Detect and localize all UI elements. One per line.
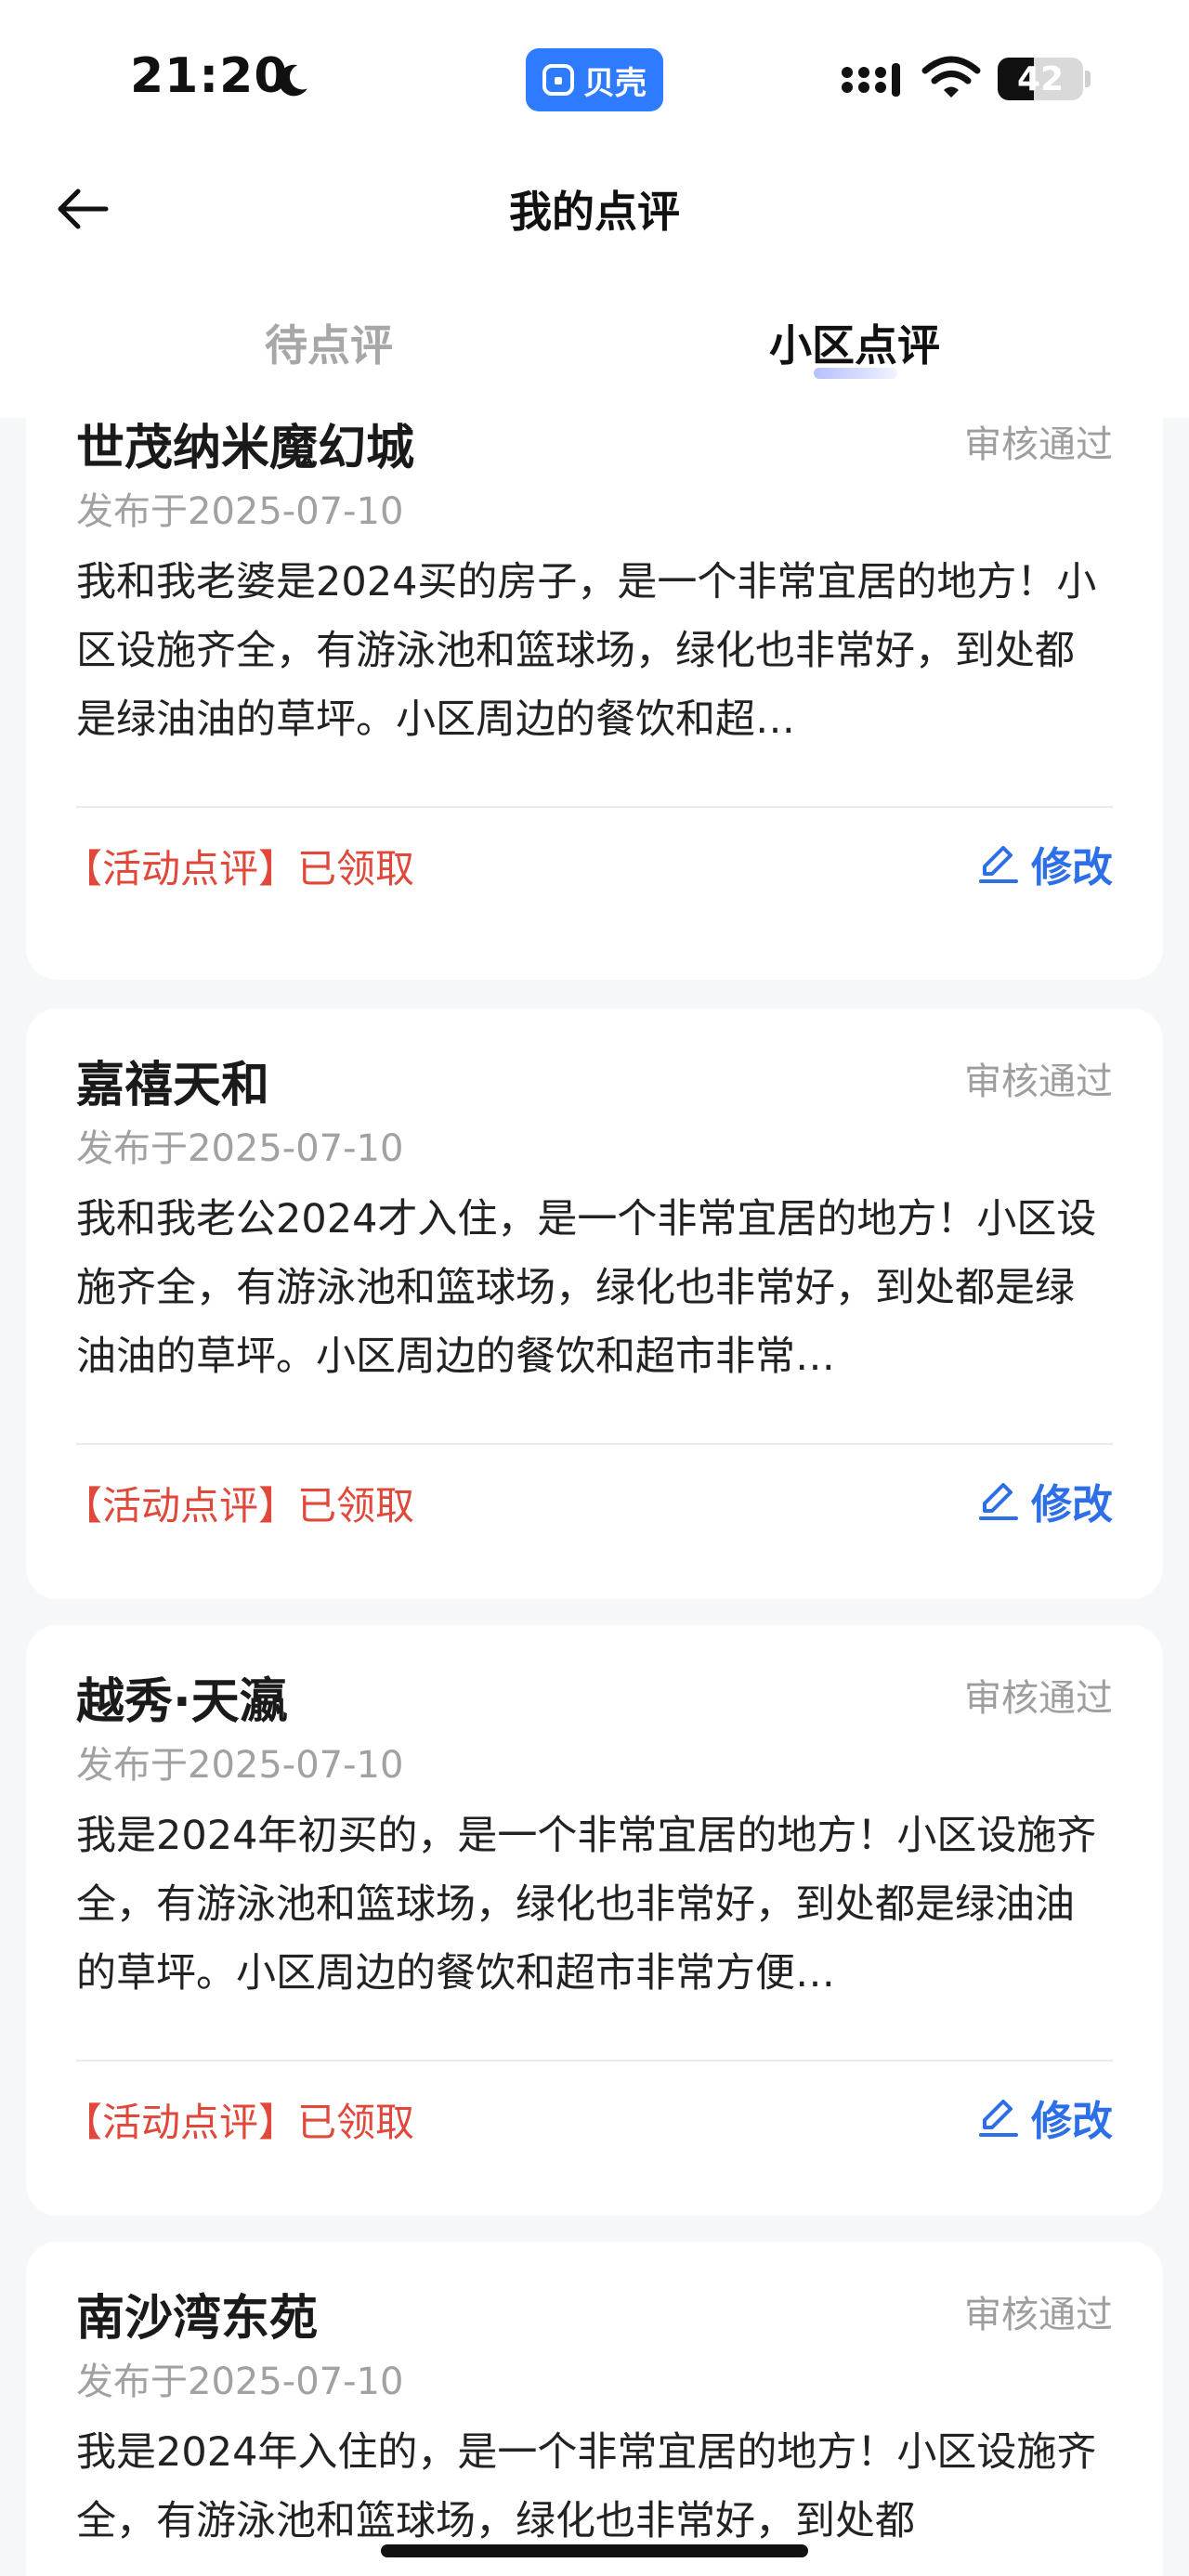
active-tab-indicator [814,368,897,379]
review-text[interactable]: 我是2024年初买的，是一个非常宜居的地方！小区设施齐全，有游泳池和篮球场，绿化… [76,1802,1113,2008]
community-name[interactable]: 南沙湾东苑 [76,2279,318,2348]
edit-label: 修改 [1031,2098,1113,2145]
review-card[interactable]: 南沙湾东苑 审核通过 发布于2025-07-10 我是2024年入住的，是一个非… [26,2242,1163,2576]
battery-indicator: 42 [998,58,1083,100]
app-logo-icon [542,64,574,96]
battery-level: 42 [1016,59,1065,98]
status-time: 21:20 [130,48,289,104]
edit-label: 修改 [1031,844,1113,891]
battery-nub [1085,71,1091,87]
page-title: 我的点评 [509,187,680,237]
community-name[interactable]: 世茂纳米魔幻城 [76,418,414,478]
activity-tag: 【活动点评】已领取 [63,2100,415,2145]
moon-icon [278,64,307,97]
card-divider [76,1443,1113,1445]
review-status: 审核通过 [964,2294,1113,2336]
review-card[interactable]: 越秀·天瀛 审核通过 发布于2025-07-10 我是2024年初买的，是一个非… [26,1625,1163,2216]
review-status: 审核通过 [964,1677,1113,1720]
signal-icon [842,63,900,97]
review-date: 发布于2025-07-10 [76,1127,404,1170]
card-divider [76,806,1113,808]
card-divider [76,2060,1113,2062]
activity-tag: 【活动点评】已领取 [63,846,415,891]
review-card[interactable]: 世茂纳米魔幻城 审核通过 发布于2025-07-10 我和我老婆是2024买的房… [26,418,1163,980]
review-text[interactable]: 我是2024年入住的，是一个非常宜居的地方！小区设施齐全，有游泳池和篮球场，绿化… [76,2418,1113,2556]
review-status: 审核通过 [964,423,1113,466]
wifi-icon [921,56,981,98]
activity-tag: 【活动点评】已领取 [63,1483,415,1529]
app-indicator-label: 贝壳 [583,64,647,102]
edit-icon [979,1483,1018,1520]
review-list[interactable]: 世茂纳米魔幻城 审核通过 发布于2025-07-10 我和我老婆是2024买的房… [0,418,1189,2576]
review-status: 审核通过 [964,1060,1113,1103]
edit-button[interactable]: 修改 [977,1471,1113,1530]
edit-icon [979,2100,1018,2137]
home-indicator[interactable] [381,2544,808,2557]
community-name[interactable]: 嘉禧天和 [76,1046,269,1115]
edit-label: 修改 [1031,1481,1113,1529]
edit-button[interactable]: 修改 [977,2088,1113,2147]
review-text[interactable]: 我和我老婆是2024买的房子，是一个非常宜居的地方！小区设施齐全，有游泳池和篮球… [76,548,1113,754]
review-text[interactable]: 我和我老公2024才入住，是一个非常宜居的地方！小区设施齐全，有游泳池和篮球场，… [76,1185,1113,1391]
tab-bar: 待点评 小区点评 [0,262,1189,418]
community-name[interactable]: 越秀·天瀛 [76,1662,288,1732]
review-date: 发布于2025-07-10 [76,1744,404,1787]
edit-icon [979,846,1018,883]
nav-header: 我的点评 [0,158,1189,262]
tab-community-review[interactable]: 小区点评 [769,312,940,373]
review-date: 发布于2025-07-10 [76,490,404,533]
review-card[interactable]: 嘉禧天和 审核通过 发布于2025-07-10 我和我老公2024才入住，是一个… [26,1008,1163,1599]
app-indicator-pill[interactable]: 贝壳 [526,48,663,111]
review-date: 发布于2025-07-10 [76,2361,404,2403]
edit-button[interactable]: 修改 [977,834,1113,893]
tab-pending-review[interactable]: 待点评 [265,312,393,373]
status-bar: 21:20 贝壳 42 [0,0,1189,158]
